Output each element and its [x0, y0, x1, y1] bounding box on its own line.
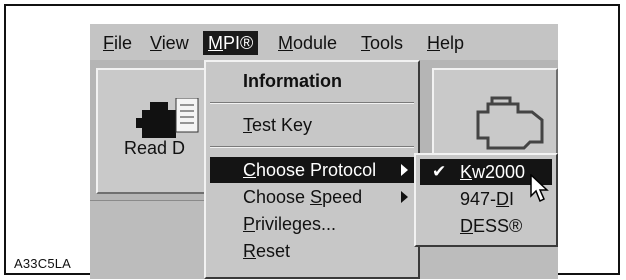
menu-item-choose-protocol[interactable]: Choose Protocol: [210, 157, 414, 183]
menu-module[interactable]: Module: [273, 31, 342, 55]
figure-frame: File View MPI® Module Tools Help Read D …: [4, 4, 620, 279]
checkmark-icon: ✔: [432, 162, 447, 181]
read-data-label: Read D: [124, 138, 186, 158]
figure-caption: A33C5LA: [14, 256, 72, 271]
menu-item-dess[interactable]: DESS®: [420, 213, 552, 239]
application-window: File View MPI® Module Tools Help Read D …: [90, 24, 558, 279]
mpi-dropdown-menu: Information Test Key Choose Protocol Cho…: [204, 60, 420, 279]
read-data-button[interactable]: [96, 68, 216, 194]
menu-item-information[interactable]: Information: [210, 68, 414, 94]
menu-help[interactable]: Help: [422, 31, 469, 55]
menu-view[interactable]: View: [145, 31, 194, 55]
submenu-arrow-icon: [401, 164, 408, 176]
menu-mpi[interactable]: MPI®: [203, 31, 259, 55]
menu-item-test-key[interactable]: Test Key: [210, 112, 414, 138]
menu-separator: [210, 102, 414, 104]
engine-icon: [476, 96, 544, 150]
menu-tools[interactable]: Tools: [356, 31, 408, 55]
menu-bar: File View MPI® Module Tools Help: [90, 24, 558, 60]
menu-file[interactable]: File: [98, 31, 137, 55]
submenu-arrow-icon: [401, 191, 408, 203]
mouse-cursor-icon: [530, 174, 549, 203]
menu-item-choose-speed[interactable]: Choose Speed: [210, 184, 414, 210]
menu-separator: [210, 146, 414, 148]
menu-item-reset[interactable]: Reset: [210, 238, 414, 264]
menu-item-privileges[interactable]: Privileges...: [210, 211, 414, 237]
